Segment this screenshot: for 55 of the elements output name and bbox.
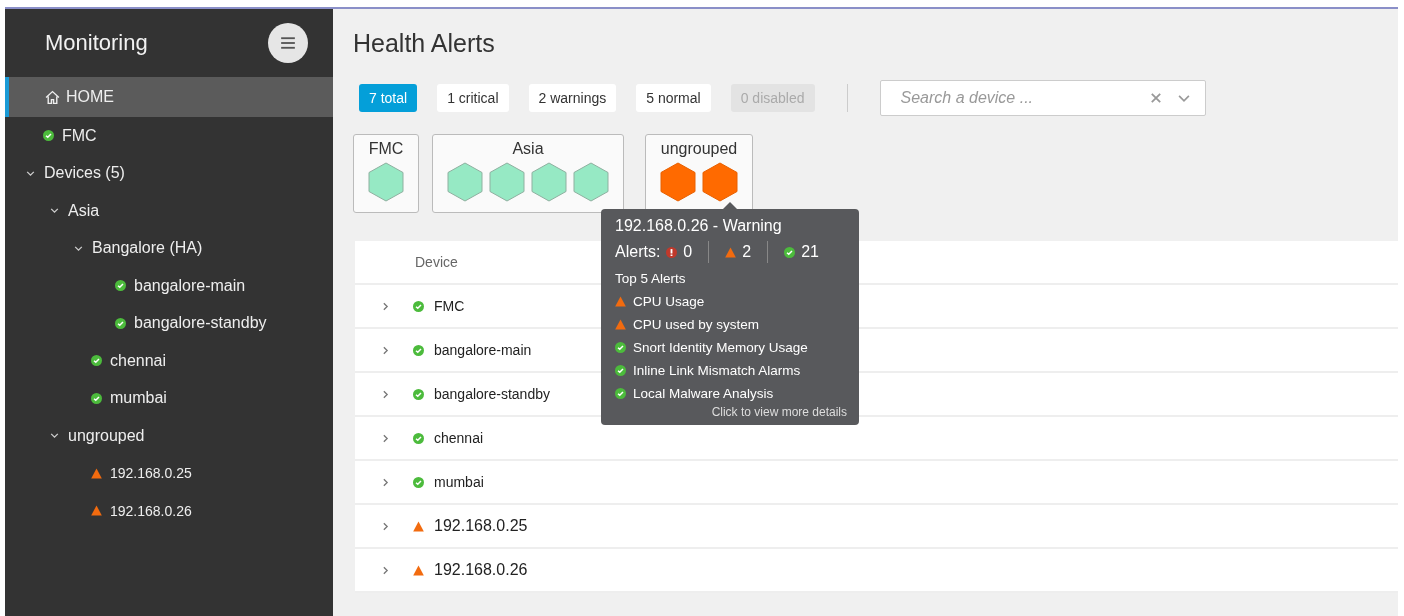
group-label: FMC	[368, 140, 404, 158]
alert-count: 21	[801, 243, 819, 261]
filter-tab[interactable]: 2 warnings	[528, 84, 617, 112]
device-hexagon[interactable]	[660, 162, 696, 202]
tree-item[interactable]: Bangalore (HA)	[92, 239, 203, 258]
tree-item[interactable]: bangalore-standby	[134, 314, 267, 333]
group-label: ungrouped	[660, 140, 738, 158]
home-nav-item[interactable]: HOME	[5, 77, 333, 117]
details-link[interactable]: Click to view more details	[711, 405, 847, 419]
search-input[interactable]: Search a device ...	[898, 88, 1135, 108]
sidebar-title: Monitoring	[45, 30, 148, 56]
menu-icon	[280, 36, 296, 50]
tree-item[interactable]: bangalore-main	[134, 276, 246, 295]
device-cell: FMC	[434, 298, 465, 314]
device-hexagon[interactable]	[573, 162, 609, 202]
column-header: Device	[415, 254, 458, 270]
alert-item: CPU Usage	[633, 293, 705, 311]
filter-tab[interactable]: 1 critical	[437, 84, 509, 112]
device-cell: chennai	[434, 430, 484, 446]
alerts-label: Alerts:	[615, 243, 661, 261]
tree-item[interactable]: Devices (5)	[44, 164, 125, 183]
group-label: Asia	[512, 140, 544, 158]
menu-button[interactable]	[268, 23, 308, 63]
clear-icon[interactable]	[1148, 91, 1163, 105]
device-cell: bangalore-standby	[434, 386, 550, 402]
alert-count: 2	[742, 243, 752, 261]
tree-item[interactable]: mumbai	[110, 389, 167, 408]
tree-item[interactable]: chennai	[110, 351, 167, 370]
device-group-card[interactable]: FMC	[353, 134, 419, 213]
tree-item[interactable]: 192.168.0.26	[110, 502, 192, 519]
alert-item: Inline Link Mismatch Alarms	[633, 362, 801, 380]
device-cell: bangalore-main	[434, 342, 532, 358]
device-group-card[interactable]: Asia	[432, 134, 624, 213]
tree-item[interactable]: FMC	[62, 126, 97, 145]
alert-item: Local Malware Analysis	[633, 385, 774, 403]
tooltip-heading: Top 5 Alerts	[615, 270, 687, 288]
device-hexagon[interactable]	[368, 162, 404, 202]
tooltip-title: 192.168.0.26 - Warning	[615, 217, 783, 235]
device-cell: mumbai	[434, 474, 484, 490]
page-title: Health Alerts	[353, 29, 496, 58]
device-cell: 192.168.0.26	[434, 561, 528, 579]
alert-count: 0	[683, 243, 693, 261]
device-hexagon[interactable]	[702, 162, 738, 202]
device-hexagon[interactable]	[447, 162, 483, 202]
tree-item[interactable]: Asia	[68, 201, 100, 220]
search-field[interactable]: Search a device ...	[879, 80, 1206, 116]
filter-tab[interactable]: 5 normal	[636, 84, 711, 112]
device-hexagon[interactable]	[531, 162, 567, 202]
device-hexagon[interactable]	[489, 162, 525, 202]
device-cell: 192.168.0.25	[434, 517, 528, 535]
tree-item[interactable]: 192.168.0.25	[110, 465, 192, 482]
tree-item[interactable]: ungrouped	[68, 426, 145, 445]
home-icon	[45, 89, 60, 105]
alert-item: CPU used by system	[633, 316, 760, 334]
alert-item: Snort Identity Memory Usage	[633, 339, 808, 357]
